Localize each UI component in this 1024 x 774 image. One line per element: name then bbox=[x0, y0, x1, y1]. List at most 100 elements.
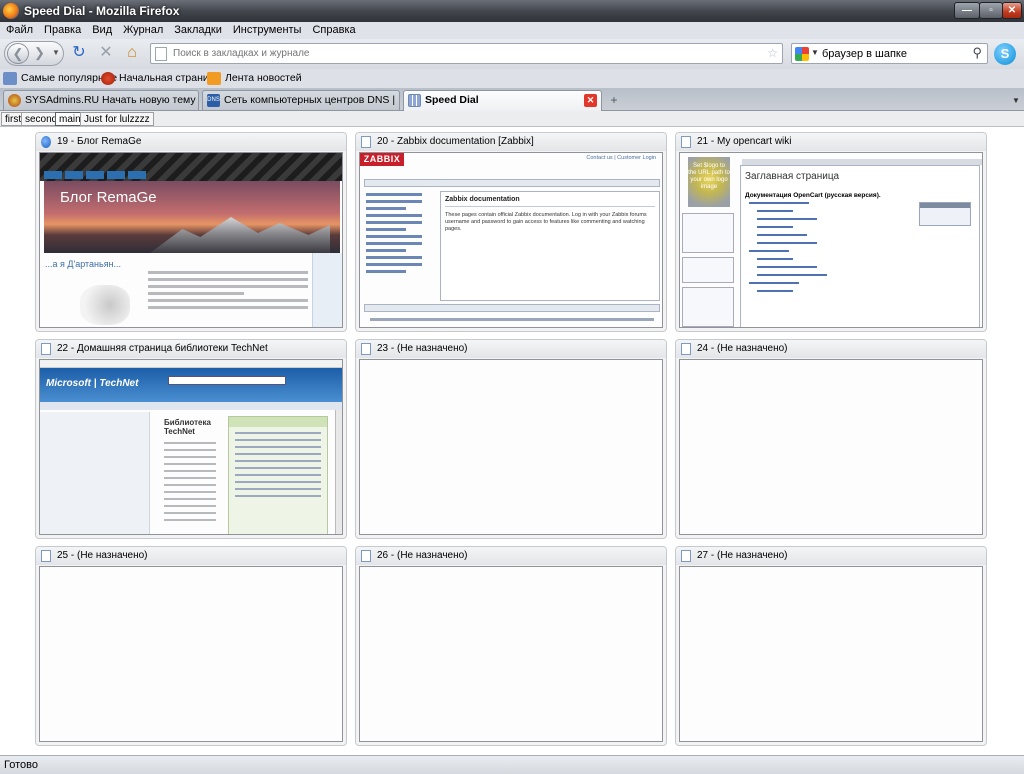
tab-dns[interactable]: DNS Сеть компьютерных центров DNS | ... bbox=[202, 90, 400, 110]
back-arrow-icon[interactable]: ❮ bbox=[7, 43, 29, 64]
dial-24[interactable]: 24 - (Не назначено) bbox=[675, 339, 987, 539]
dial-22[interactable]: 22 - Домашняя страница библиотеки TechNe… bbox=[35, 339, 347, 539]
tab-label: Speed Dial bbox=[425, 94, 479, 106]
google-icon[interactable] bbox=[795, 47, 809, 61]
dial-header: 25 - (Не назначено) bbox=[36, 547, 346, 565]
bookmark-label: Лента новостей bbox=[225, 72, 302, 84]
dial-thumbnail[interactable]: Блог RemaGe ...а я Д'артаньян... bbox=[39, 152, 343, 328]
dial-thumbnail-empty[interactable] bbox=[359, 359, 663, 535]
dial-23[interactable]: 23 - (Не назначено) bbox=[355, 339, 667, 539]
menu-view[interactable]: Вид bbox=[86, 22, 117, 36]
page-icon bbox=[681, 550, 691, 562]
home-icon[interactable]: ⌂ bbox=[123, 44, 141, 62]
dial-header: 21 - My opencart wiki bbox=[676, 133, 986, 151]
speed-dial-groups: first second main Just for lulzzzz bbox=[0, 111, 1024, 127]
technet-brand: Microsoft | TechNet bbox=[46, 378, 139, 389]
zabbix-top-links: Contact us | Customer Login bbox=[586, 155, 656, 161]
dial-27[interactable]: 27 - (Не назначено) bbox=[675, 546, 987, 746]
maximize-button[interactable]: ▫ bbox=[979, 2, 1003, 19]
dial-20[interactable]: 20 - Zabbix documentation [Zabbix] ZABBI… bbox=[355, 132, 667, 332]
minimize-button[interactable]: — bbox=[954, 2, 980, 19]
dial-header: 24 - (Не назначено) bbox=[676, 340, 986, 358]
bookmark-star-icon[interactable]: ☆ bbox=[767, 46, 778, 60]
dial-21[interactable]: 21 - My opencart wiki Set $logo to the U… bbox=[675, 132, 987, 332]
menu-help[interactable]: Справка bbox=[306, 22, 360, 36]
dial-thumbnail-empty[interactable] bbox=[359, 566, 663, 742]
dial-title: 27 - (Не назначено) bbox=[697, 550, 788, 561]
url-input[interactable] bbox=[173, 46, 763, 61]
wiki-subheading: Документация OpenCart (русская версия). bbox=[745, 192, 881, 199]
dial-title: 24 - (Не назначено) bbox=[697, 343, 788, 354]
reload-icon[interactable]: ↻ bbox=[70, 44, 88, 62]
page-icon bbox=[41, 550, 51, 562]
history-dropdown-icon[interactable]: ▼ bbox=[52, 48, 60, 57]
new-tab-button[interactable]: + bbox=[606, 93, 622, 108]
page-icon bbox=[41, 343, 51, 355]
back-forward-group: ❮ ❯ ▼ bbox=[4, 41, 64, 66]
dns-favicon-icon: DNS bbox=[207, 94, 220, 107]
dial-title: 25 - (Не назначено) bbox=[57, 550, 148, 561]
menu-history[interactable]: Журнал bbox=[117, 22, 168, 36]
search-engine-dropdown-icon[interactable]: ▼ bbox=[811, 48, 819, 57]
dial-thumbnail-empty[interactable] bbox=[39, 566, 343, 742]
technet-heading: Библиотека TechNet bbox=[164, 418, 211, 436]
dial-title: 19 - Блог RemaGe bbox=[57, 136, 142, 147]
dial-title: 22 - Домашняя страница библиотеки TechNe… bbox=[57, 343, 268, 354]
stop-icon[interactable]: ✕ bbox=[97, 44, 115, 62]
close-tab-icon[interactable]: ✕ bbox=[584, 94, 597, 107]
dial-header: 20 - Zabbix documentation [Zabbix] bbox=[356, 133, 666, 151]
dial-thumbnail[interactable]: Microsoft | TechNet Библиотека TechNet bbox=[39, 359, 343, 535]
window-titlebar: Speed Dial - Mozilla Firefox — ▫ ✕ bbox=[0, 0, 1024, 22]
dial-title: 26 - (Не назначено) bbox=[377, 550, 468, 561]
firefox-icon bbox=[101, 72, 115, 85]
search-input[interactable] bbox=[822, 46, 962, 61]
dial-header: 22 - Домашняя страница библиотеки TechNe… bbox=[36, 340, 346, 358]
dial-header: 19 - Блог RemaGe bbox=[36, 133, 346, 151]
skype-icon[interactable]: S bbox=[994, 43, 1016, 65]
bookmarks-toolbar: Самые популярные Начальная страница Лент… bbox=[0, 69, 1024, 88]
firefox-icon bbox=[3, 3, 19, 19]
close-window-button[interactable]: ✕ bbox=[1002, 2, 1022, 19]
bookmark-start-page[interactable]: Начальная страница bbox=[101, 71, 221, 86]
url-bar[interactable]: ☆ bbox=[150, 43, 783, 64]
dial-thumbnail[interactable]: ZABBIX Contact us | Customer Login Zabbi… bbox=[359, 152, 663, 328]
dial-header: 27 - (Не назначено) bbox=[676, 547, 986, 565]
sysadmins-favicon-icon bbox=[8, 94, 21, 107]
search-bar[interactable]: ▼ ⚲ bbox=[791, 43, 988, 64]
search-icon[interactable]: ⚲ bbox=[972, 45, 982, 61]
page-icon bbox=[155, 47, 167, 61]
tab-strip: SYSAdmins.RU Начать новую тему DNS Сеть … bbox=[0, 88, 1024, 111]
dial-19[interactable]: 19 - Блог RemaGe Блог RemaGe ...а я Д'ар… bbox=[35, 132, 347, 332]
speed-dial-grid: 19 - Блог RemaGe Блог RemaGe ...а я Д'ар… bbox=[0, 127, 1024, 755]
zabbix-logo: ZABBIX bbox=[360, 153, 404, 166]
group-tab-lulz[interactable]: Just for lulzzzz bbox=[80, 112, 154, 126]
menu-file[interactable]: Файл bbox=[0, 22, 38, 36]
bookmark-news-feed[interactable]: Лента новостей bbox=[207, 71, 302, 86]
forward-arrow-icon[interactable]: ❯ bbox=[34, 45, 45, 61]
page-icon bbox=[681, 136, 691, 148]
menu-tools[interactable]: Инструменты bbox=[227, 22, 307, 36]
dial-thumbnail[interactable]: Set $logo to the URL path to your own lo… bbox=[679, 152, 983, 328]
clock-icon bbox=[3, 72, 17, 85]
tab-sysadmins[interactable]: SYSAdmins.RU Начать новую тему bbox=[3, 90, 199, 110]
blog-title: Блог RemaGe bbox=[60, 189, 157, 206]
menu-edit[interactable]: Правка bbox=[38, 22, 86, 36]
dial-25[interactable]: 25 - (Не назначено) bbox=[35, 546, 347, 746]
zabbix-text: These pages contain official Zabbix docu… bbox=[445, 212, 647, 232]
status-bar: Готово bbox=[0, 755, 1024, 774]
page-icon bbox=[361, 550, 371, 562]
list-all-tabs-icon[interactable]: ▼ bbox=[1012, 96, 1020, 105]
window-title: Speed Dial - Mozilla Firefox bbox=[24, 4, 180, 18]
wiki-logo-placeholder: Set $logo to the URL path to your own lo… bbox=[688, 157, 730, 207]
ie-icon bbox=[41, 136, 51, 148]
dial-thumbnail-empty[interactable] bbox=[679, 359, 983, 535]
wiki-heading: Заглавная страница bbox=[745, 171, 840, 182]
dial-title: 20 - Zabbix documentation [Zabbix] bbox=[377, 136, 534, 147]
menu-bookmarks[interactable]: Закладки bbox=[168, 22, 227, 36]
tab-label: Сеть компьютерных центров DNS | ... bbox=[224, 94, 400, 106]
tab-speed-dial[interactable]: Speed Dial ✕ bbox=[403, 90, 602, 111]
blog-subtitle: ...а я Д'артаньян... bbox=[45, 259, 122, 269]
dial-26[interactable]: 26 - (Не назначено) bbox=[355, 546, 667, 746]
bookmark-label: Начальная страница bbox=[119, 72, 221, 84]
dial-thumbnail-empty[interactable] bbox=[679, 566, 983, 742]
